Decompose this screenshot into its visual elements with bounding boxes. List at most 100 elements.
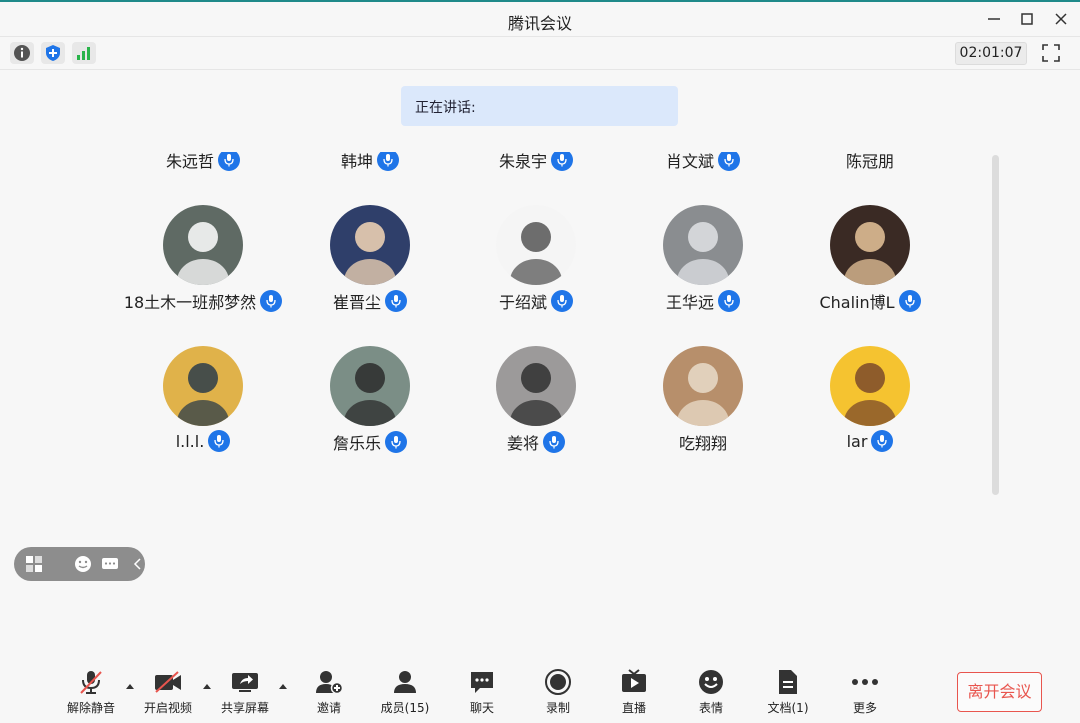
layout-button[interactable] (24, 554, 44, 574)
start-video-button[interactable]: 开启视频 (138, 668, 198, 718)
participant-tile[interactable]: lar (790, 346, 950, 506)
mic-status-badge (551, 290, 573, 312)
network-status-button[interactable] (72, 42, 96, 64)
leave-meeting-button[interactable]: 离开会议 (957, 672, 1042, 712)
mic-status-badge (718, 152, 740, 171)
avatar (496, 346, 576, 426)
avatar-image (344, 363, 396, 426)
mic-status-badge (208, 430, 231, 452)
avatar-image (844, 222, 896, 285)
record-button[interactable]: 录制 (528, 668, 588, 718)
participant-name-row: Chalin博L (790, 289, 950, 313)
share-screen-label: 共享屏幕 (220, 701, 269, 715)
avatar (830, 205, 910, 285)
avatar (830, 346, 910, 426)
members-button[interactable]: 成员(15) (375, 668, 435, 718)
maximize-button[interactable] (1013, 7, 1041, 31)
participant-name-row: 陈冠朋 (790, 152, 950, 172)
collapse-button[interactable] (128, 554, 148, 574)
docs-button[interactable]: 文档(1) (758, 668, 818, 718)
mic-icon (557, 295, 567, 308)
invite-button[interactable]: 邀请 (299, 668, 359, 718)
participant-grid: 朱远哲 韩坤 朱泉宇 肖文斌 陈冠朋 18土木一班郝梦然 崔晋尘 于绍斌 王华远 Chalin博L… (0, 152, 990, 522)
participant-tile[interactable]: l.l.l. (123, 346, 283, 506)
live-button[interactable]: 直播 (604, 668, 664, 718)
avatar (330, 205, 410, 285)
mic-icon (266, 295, 276, 308)
members-icon (394, 671, 416, 693)
participant-name-row: 姜将 (456, 430, 616, 454)
chat-button[interactable]: 聊天 (452, 668, 512, 718)
mic-status-badge (377, 152, 399, 171)
title-bar: 腾讯会议 (0, 2, 1080, 36)
fullscreen-button[interactable] (1040, 42, 1062, 64)
mic-icon (383, 154, 393, 167)
participant-name: 韩坤 (340, 152, 373, 171)
avatar-image (510, 222, 562, 285)
chat-float-button[interactable] (100, 554, 120, 574)
mic-status-badge (543, 431, 565, 453)
emoji-float-button[interactable] (73, 554, 93, 574)
emoji-icon (699, 670, 723, 694)
invite-icon (316, 671, 344, 695)
mic-status-badge (260, 290, 283, 312)
minimize-button[interactable] (980, 7, 1008, 31)
record-label: 录制 (545, 701, 570, 715)
record-icon (545, 669, 571, 695)
avatar (663, 205, 743, 285)
avatar (163, 346, 243, 426)
mic-icon (877, 435, 888, 448)
document-icon (779, 670, 797, 694)
participant-tile[interactable]: 姜将 (456, 346, 616, 506)
participant-name-row: 詹乐乐 (290, 430, 450, 454)
collapse-icon (133, 558, 141, 570)
signal-icon (77, 47, 90, 60)
more-button[interactable]: 更多 (835, 668, 895, 718)
meeting-timer: 02:01:07 (955, 42, 1027, 65)
mic-status-badge (385, 431, 407, 453)
mic-icon (557, 154, 567, 167)
meeting-info-button[interactable] (10, 42, 34, 64)
participant-tile[interactable]: 吃翔翔 (623, 346, 783, 506)
participant-name-row: 朱远哲 (123, 152, 283, 172)
unmute-label: 解除静音 (66, 701, 115, 715)
unmute-button[interactable]: 解除静音 (61, 668, 121, 718)
mic-icon (724, 295, 734, 308)
avatar-image (677, 363, 729, 426)
start-video-label: 开启视频 (143, 701, 192, 715)
participant-name-row: l.l.l. (123, 430, 283, 452)
chat-icon (471, 672, 493, 693)
avatar-image (677, 222, 729, 285)
participant-name-row: 吃翔翔 (623, 430, 783, 454)
close-button[interactable] (1047, 7, 1075, 31)
security-button[interactable] (41, 42, 65, 64)
close-icon (1055, 13, 1067, 25)
video-options-caret[interactable] (202, 682, 212, 690)
participant-name: 朱远哲 (165, 152, 214, 171)
participant-name: 姜将 (506, 434, 539, 453)
mic-icon (549, 436, 559, 449)
avatar (330, 346, 410, 426)
share-options-caret[interactable] (278, 682, 288, 690)
chat-label: 聊天 (469, 701, 494, 715)
minimize-icon (988, 18, 1000, 20)
participant-name-row: 肖文斌 (623, 152, 783, 172)
mic-status-badge (551, 152, 573, 171)
live-label: 直播 (621, 701, 646, 715)
scrollbar[interactable] (992, 155, 999, 495)
participant-name: Chalin博L (819, 293, 895, 312)
participant-name: 陈冠朋 (845, 152, 894, 171)
avatar (663, 346, 743, 426)
participant-name: lar (846, 431, 868, 451)
audio-options-caret[interactable] (125, 682, 135, 690)
participant-name: l.l.l. (175, 431, 205, 451)
reactions-button[interactable]: 表情 (681, 668, 741, 718)
participant-tile[interactable]: 詹乐乐 (290, 346, 450, 506)
participant-name: 崔晋尘 (332, 293, 381, 312)
bottom-toolbar: 解除静音 开启视频 共享屏幕 邀请 成员(15) 聊天 录制 直播 表情 文档(… (0, 660, 1080, 723)
share-screen-button[interactable]: 共享屏幕 (215, 668, 275, 718)
participant-name-row: 韩坤 (290, 152, 450, 172)
avatar-image (177, 222, 229, 285)
avatar-image (344, 222, 396, 285)
participant-name-row: 崔晋尘 (290, 289, 450, 313)
